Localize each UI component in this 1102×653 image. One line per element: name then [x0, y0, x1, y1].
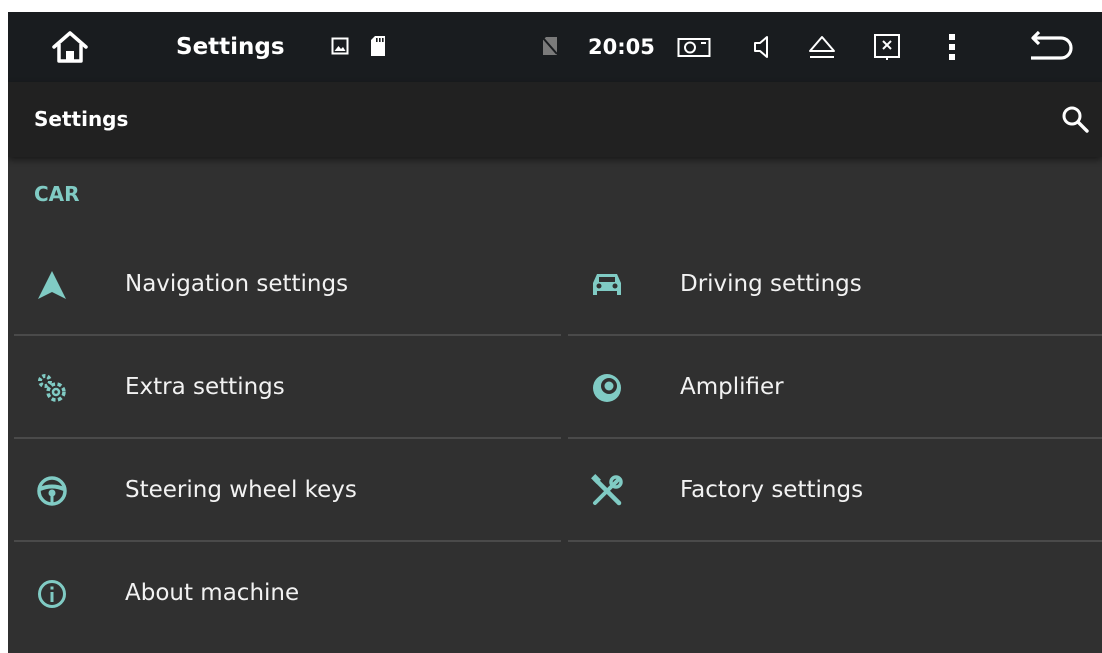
- tools-icon: [587, 471, 627, 511]
- gallery-icon: [330, 36, 350, 56]
- settings-item-label: About machine: [125, 580, 300, 606]
- settings-item-steering-wheel[interactable]: Steering wheel keys: [8, 439, 561, 542]
- settings-item-label: Factory settings: [680, 477, 864, 503]
- status-bar-title: Settings: [176, 34, 285, 60]
- home-icon: [52, 31, 88, 63]
- eject-button[interactable]: [804, 30, 840, 64]
- settings-item-label: Steering wheel keys: [125, 477, 357, 503]
- section-header-car: CAR: [34, 182, 80, 206]
- car-icon: [587, 265, 627, 305]
- volume-button[interactable]: [748, 30, 778, 64]
- close-screen-icon: [874, 34, 900, 60]
- settings-item-label: Extra settings: [125, 374, 285, 400]
- steering-wheel-icon: [32, 471, 72, 511]
- screenshot-button[interactable]: [674, 32, 714, 62]
- home-button[interactable]: [48, 26, 92, 68]
- search-icon: [1062, 106, 1089, 133]
- settings-item-label: Amplifier: [680, 374, 784, 400]
- no-sim-icon: [540, 34, 560, 58]
- settings-item-label: Driving settings: [680, 271, 862, 297]
- status-time: 20:05: [588, 35, 655, 59]
- more-vert-icon: [949, 34, 955, 60]
- sd-card-icon: [368, 34, 388, 58]
- gears-icon: [32, 368, 72, 408]
- screen: Settings 20:05 Settings CAR Navigation s…: [8, 12, 1102, 653]
- settings-item-driving[interactable]: Driving settings: [563, 233, 1102, 336]
- settings-item-label: Navigation settings: [125, 271, 349, 297]
- search-button[interactable]: [1058, 102, 1092, 136]
- settings-content: CAR Navigation settings Driving settings: [8, 157, 1102, 653]
- settings-item-extra[interactable]: Extra settings: [8, 336, 561, 439]
- screen-off-button[interactable]: [870, 30, 904, 64]
- screenshot-icon: [677, 38, 711, 57]
- overflow-menu-button[interactable]: [938, 28, 966, 66]
- back-icon: [1031, 31, 1073, 60]
- info-icon: [32, 574, 72, 614]
- back-button[interactable]: [1020, 28, 1080, 66]
- settings-item-amplifier[interactable]: Amplifier: [563, 336, 1102, 439]
- divider: [568, 540, 1102, 542]
- settings-item-navigation[interactable]: Navigation settings: [8, 233, 561, 336]
- eject-icon: [809, 36, 835, 58]
- speaker-icon: [587, 368, 627, 408]
- settings-item-factory[interactable]: Factory settings: [563, 439, 1102, 542]
- action-bar: Settings: [8, 82, 1102, 157]
- page-title: Settings: [34, 107, 129, 131]
- status-bar: Settings 20:05: [8, 12, 1102, 82]
- settings-item-about[interactable]: About machine: [8, 542, 561, 645]
- navigation-arrow-icon: [32, 265, 72, 305]
- volume-icon: [754, 36, 768, 58]
